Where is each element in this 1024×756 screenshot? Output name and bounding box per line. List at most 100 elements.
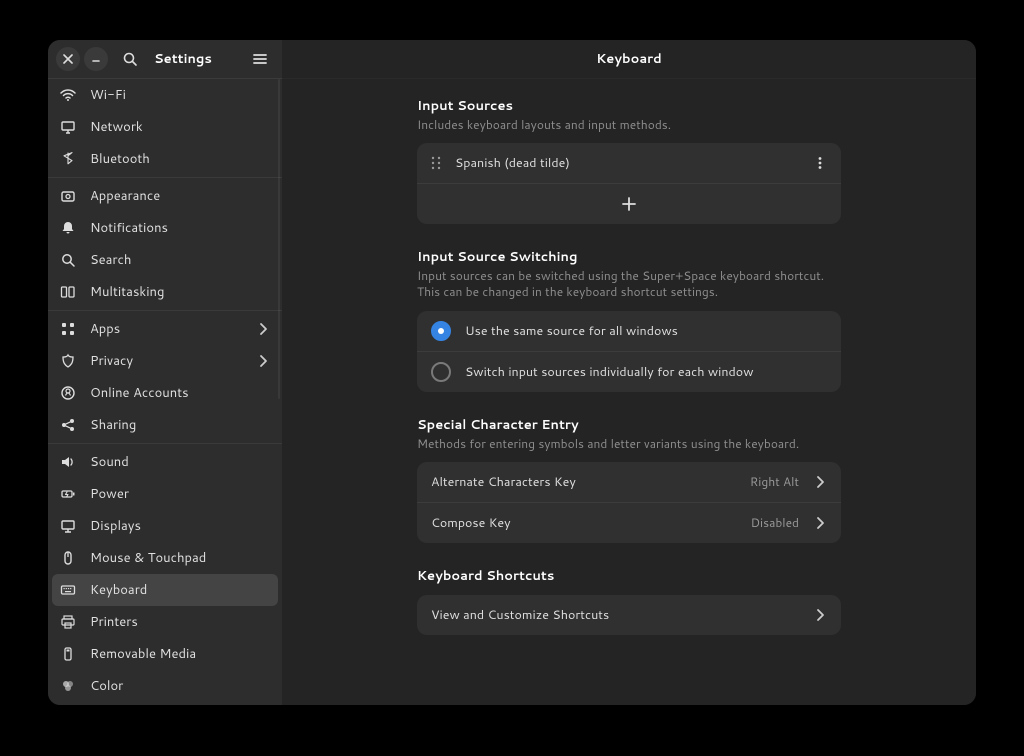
close-button[interactable] [56, 47, 80, 71]
sidebar-item-apps[interactable]: Apps [48, 313, 282, 345]
close-icon [63, 54, 73, 64]
section-shortcuts: Keyboard Shortcuts View and Customize Sh… [417, 567, 841, 635]
sidebar-item-label: Sound [90, 453, 270, 471]
sidebar-item-power[interactable]: Power [48, 478, 282, 510]
sidebar-item-appearance[interactable]: Appearance [48, 180, 282, 212]
kebab-icon [813, 156, 827, 170]
page-title: Keyboard [282, 40, 976, 79]
sidebar: Settings Wi-Fi Network Bluetooth Appearance… [48, 40, 282, 705]
bell-icon [60, 220, 76, 236]
sidebar-item-mouse-touchpad[interactable]: Mouse & Touchpad [48, 542, 282, 574]
sidebar-item-bluetooth[interactable]: Bluetooth [48, 143, 282, 175]
sidebar-item-keyboard[interactable]: Keyboard [52, 574, 278, 606]
minimize-icon [91, 54, 101, 64]
add-input-source-button[interactable] [417, 183, 841, 224]
sidebar-item-displays[interactable]: Displays [48, 510, 282, 542]
switching-desc: Input sources can be switched using the … [417, 268, 841, 300]
sidebar-item-online-accounts[interactable]: Online Accounts [48, 377, 282, 409]
sidebar-item-multitasking[interactable]: Multitasking [48, 276, 282, 308]
sidebar-item-label: Printers [90, 613, 270, 631]
sound-icon [60, 454, 76, 470]
input-source-row[interactable]: Spanish (dead tilde) [417, 143, 841, 183]
drag-handle-icon[interactable] [431, 156, 441, 170]
bluetooth-icon [60, 151, 76, 167]
input-sources-card: Spanish (dead tilde) [417, 143, 841, 224]
search-icon [122, 51, 138, 67]
content-pane: Keyboard Input Sources Includes keyboard… [282, 40, 976, 705]
sidebar-item-label: Keyboard [90, 581, 270, 599]
keyboard-icon [60, 582, 76, 598]
sidebar-item-label: Power [90, 485, 270, 503]
view-shortcuts-row[interactable]: View and Customize Shortcuts [417, 595, 841, 635]
switching-option-same[interactable]: Use the same source for all windows [417, 311, 841, 351]
sidebar-item-label: Multitasking [90, 283, 270, 301]
appearance-icon [60, 188, 76, 204]
input-sources-title: Input Sources [417, 97, 841, 115]
sidebar-item-label: Wi-Fi [90, 86, 270, 104]
plus-icon [621, 196, 637, 212]
chevron-right-icon [813, 475, 827, 489]
switching-option-label: Switch input sources individually for ea… [465, 363, 827, 381]
settings-window: Settings Wi-Fi Network Bluetooth Appearance… [48, 40, 976, 705]
section-special: Special Character Entry Methods for ente… [417, 416, 841, 543]
hamburger-icon [252, 51, 268, 67]
minimize-button[interactable] [84, 47, 108, 71]
chevron-right-icon [256, 322, 270, 336]
sidebar-item-wi-fi[interactable]: Wi-Fi [48, 79, 282, 111]
shortcuts-title: Keyboard Shortcuts [417, 567, 841, 585]
chevron-right-icon [813, 608, 827, 622]
sidebar-item-removable-media[interactable]: Removable Media [48, 638, 282, 670]
input-source-menu-button[interactable] [813, 156, 827, 170]
compose-label: Compose Key [431, 514, 737, 532]
sidebar-item-label: Notifications [90, 219, 270, 237]
sidebar-list[interactable]: Wi-Fi Network Bluetooth Appearance Notificat… [48, 78, 282, 705]
mouse-icon [60, 550, 76, 566]
sidebar-item-label: Color [90, 677, 270, 695]
altchars-label: Alternate Characters Key [431, 473, 736, 491]
network-icon [60, 119, 76, 135]
sidebar-item-search[interactable]: Search [48, 244, 282, 276]
search-icon [60, 252, 76, 268]
compose-row[interactable]: Compose Key Disabled [417, 502, 841, 543]
power-icon [60, 486, 76, 502]
sidebar-item-label: Appearance [90, 187, 270, 205]
special-title: Special Character Entry [417, 416, 841, 434]
sidebar-item-sharing[interactable]: Sharing [48, 409, 282, 441]
sidebar-item-label: Privacy [90, 352, 242, 370]
switching-option-perwindow[interactable]: Switch input sources individually for ea… [417, 351, 841, 392]
special-desc: Methods for entering symbols and letter … [417, 436, 841, 452]
menu-button[interactable] [246, 45, 274, 73]
radio-unchecked-icon[interactable] [431, 362, 451, 382]
sidebar-item-label: Network [90, 118, 270, 136]
altchars-row[interactable]: Alternate Characters Key Right Alt [417, 462, 841, 502]
sidebar-item-sound[interactable]: Sound [48, 446, 282, 478]
sidebar-item-label: Removable Media [90, 645, 270, 663]
apps-icon [60, 321, 76, 337]
search-button[interactable] [116, 45, 144, 73]
view-shortcuts-label: View and Customize Shortcuts [431, 606, 799, 624]
accounts-icon [60, 385, 76, 401]
switching-option-label: Use the same source for all windows [465, 322, 827, 340]
sidebar-item-privacy[interactable]: Privacy [48, 345, 282, 377]
privacy-icon [60, 353, 76, 369]
sidebar-item-label: Sharing [90, 416, 270, 434]
special-card: Alternate Characters Key Right Alt Compo… [417, 462, 841, 543]
section-switching: Input Source Switching Input sources can… [417, 248, 841, 391]
removable-icon [60, 646, 76, 662]
sidebar-item-notifications[interactable]: Notifications [48, 212, 282, 244]
app-title: Settings [154, 50, 212, 68]
sidebar-item-network[interactable]: Network [48, 111, 282, 143]
altchars-value: Right Alt [750, 473, 799, 490]
displays-icon [60, 518, 76, 534]
section-input-sources: Input Sources Includes keyboard layouts … [417, 97, 841, 224]
sidebar-header: Settings [48, 40, 282, 78]
chevron-right-icon [813, 516, 827, 530]
sidebar-item-label: Online Accounts [90, 384, 270, 402]
sidebar-item-color[interactable]: Color [48, 670, 282, 702]
sidebar-item-label: Displays [90, 517, 270, 535]
radio-checked-icon[interactable] [431, 321, 451, 341]
multitask-icon [60, 284, 76, 300]
wifi-icon [60, 87, 76, 103]
sidebar-item-printers[interactable]: Printers [48, 606, 282, 638]
switching-card: Use the same source for all windows Swit… [417, 311, 841, 392]
